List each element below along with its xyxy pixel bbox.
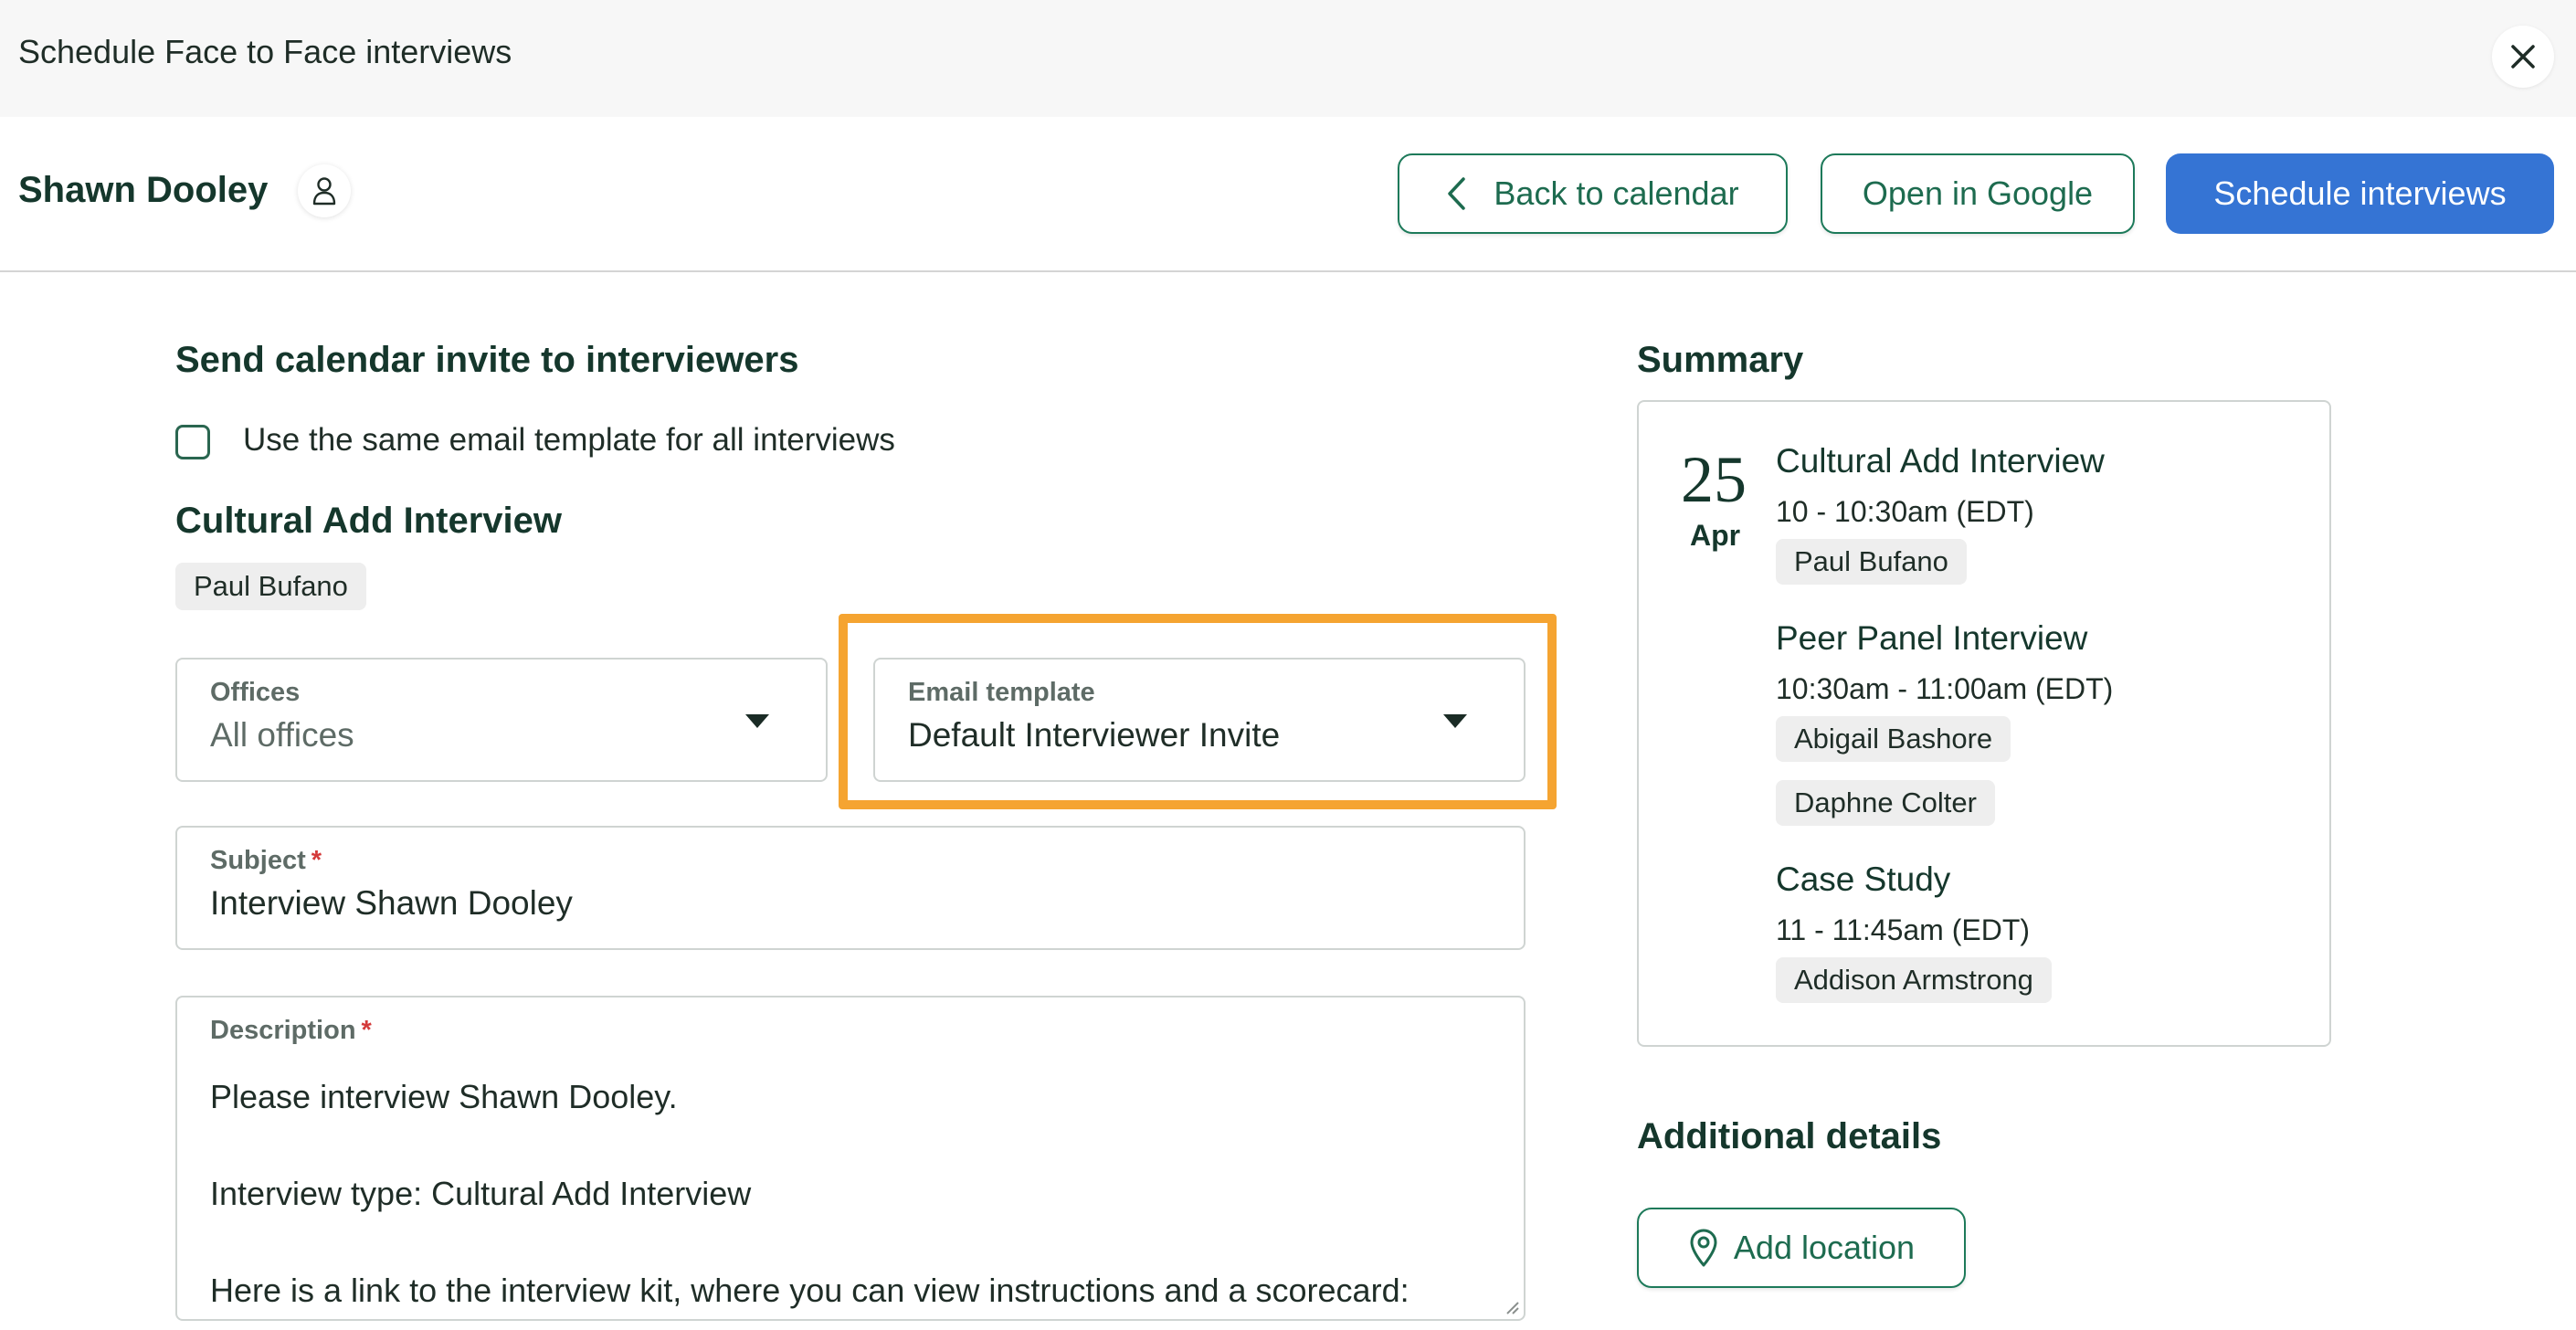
candidate-header: Shawn Dooley Back to calendar Open in Go… — [0, 117, 2576, 272]
description-textarea[interactable]: Description * Please interview Shawn Dool… — [175, 996, 1526, 1321]
summary-interview-title: Peer Panel Interview — [1776, 619, 2088, 657]
summary-card: 25 Apr Cultural Add Interview 10 - 10:30… — [1637, 400, 2331, 1047]
modal-title-bar: Schedule Face to Face interviews — [0, 0, 2576, 117]
candidate-name: Shawn Dooley — [18, 170, 269, 210]
send-invite-heading: Send calendar invite to interviewers — [175, 340, 799, 380]
add-location-button[interactable]: Add location — [1637, 1208, 1966, 1288]
close-icon — [2511, 45, 2535, 69]
summary-interview-time: 11 - 11:45am (EDT) — [1776, 913, 2031, 946]
location-pin-icon — [1690, 1229, 1717, 1267]
subject-label: Subject — [210, 846, 306, 875]
caret-down-icon — [745, 714, 769, 728]
close-button[interactable] — [2492, 26, 2554, 88]
back-to-calendar-label: Back to calendar — [1494, 174, 1739, 212]
summary-interview-time: 10 - 10:30am (EDT) — [1776, 495, 2034, 528]
email-template-highlight — [839, 614, 1557, 809]
back-to-calendar-button[interactable]: Back to calendar — [1398, 153, 1788, 234]
summary-interviewer-chip: Paul Bufano — [1776, 539, 1967, 585]
resize-grip-icon[interactable] — [1504, 1299, 1520, 1315]
modal-title: Schedule Face to Face interviews — [18, 33, 512, 70]
required-mark: * — [311, 846, 322, 875]
description-value: Please interview Shawn Dooley. Interview… — [210, 1078, 1409, 1309]
same-template-label: Use the same email template for all inte… — [243, 422, 895, 458]
offices-select[interactable]: Offices All offices — [175, 658, 828, 782]
summary-interviewer-chip: Abigail Bashore — [1776, 716, 2011, 762]
summary-date-day: 25 — [1681, 443, 1747, 516]
summary-interviewer-chip: Daphne Colter — [1776, 780, 1995, 826]
open-in-google-button[interactable]: Open in Google — [1821, 153, 2135, 234]
subject-label-wrap: Subject * — [210, 846, 322, 876]
same-template-checkbox[interactable] — [175, 425, 210, 459]
add-location-label: Add location — [1733, 1229, 1916, 1266]
description-label-wrap: Description * — [210, 1016, 372, 1046]
summary-interview-title: Cultural Add Interview — [1776, 442, 2105, 480]
description-label: Description — [210, 1016, 356, 1045]
summary-heading: Summary — [1637, 340, 1804, 380]
summary-interview-title: Case Study — [1776, 860, 1951, 898]
subject-value: Interview Shawn Dooley — [210, 884, 573, 922]
offices-value: All offices — [210, 716, 354, 754]
chevron-left-icon — [1448, 177, 1466, 210]
interviewer-chip: Paul Bufano — [175, 563, 366, 610]
open-in-google-label: Open in Google — [1862, 174, 2094, 212]
summary-date-month: Apr — [1690, 519, 1741, 552]
subject-field[interactable]: Subject * Interview Shawn Dooley — [175, 826, 1526, 950]
schedule-interviews-button[interactable]: Schedule interviews — [2166, 153, 2554, 234]
interview-title: Cultural Add Interview — [175, 501, 563, 541]
summary-interview-time: 10:30am - 11:00am (EDT) — [1776, 672, 2114, 705]
candidate-profile-button[interactable] — [298, 164, 351, 217]
person-icon — [312, 177, 336, 206]
offices-label: Offices — [210, 678, 301, 707]
schedule-interviews-label: Schedule interviews — [2213, 174, 2507, 212]
required-mark: * — [361, 1016, 372, 1045]
additional-details-heading: Additional details — [1637, 1116, 1942, 1156]
summary-interviewer-chip: Addison Armstrong — [1776, 957, 2052, 1003]
